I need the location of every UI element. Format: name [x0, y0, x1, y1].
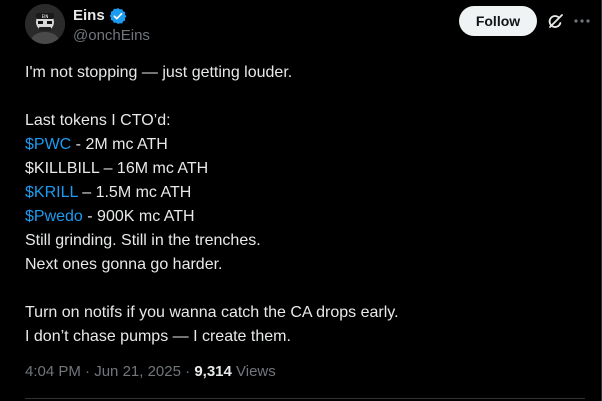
- tweet-line: Last tokens I CTO’d:: [25, 112, 171, 129]
- token-detail: – 1.5M mc ATH: [77, 184, 192, 201]
- tweet-meta: 4:04 PM · Jun 21, 2025 · 9,314 Views: [25, 362, 276, 382]
- verified-badge-icon: [109, 7, 127, 25]
- token-line: $Pwedo - 900K mc ATH: [25, 205, 585, 229]
- meta-separator: ·: [180, 363, 195, 380]
- tweet-line: Still grinding. Still in the trenches.: [25, 232, 261, 249]
- cashtag-link[interactable]: $Pwedo: [25, 208, 83, 225]
- follow-button[interactable]: Follow: [459, 6, 537, 36]
- more-horizontal-icon[interactable]: [572, 11, 592, 31]
- views-count: 9,314: [194, 363, 232, 380]
- tweet-text: I'm not stopping — just getting louder. …: [25, 61, 585, 349]
- tweet-line: I don’t chase pumps — I create them.: [25, 328, 291, 345]
- grok-icon[interactable]: [546, 11, 566, 31]
- avatar-text: EIN: [42, 14, 49, 19]
- token-line: $KILLBILL – 16M mc ATH: [25, 157, 585, 181]
- token-detail: – 16M mc ATH: [99, 160, 209, 177]
- author-name-row: Eins: [73, 6, 127, 26]
- cashtag-link[interactable]: $KRILL: [25, 184, 78, 201]
- token-tag: $KILLBILL: [25, 160, 100, 177]
- token-line: $PWC - 2M mc ATH: [25, 133, 585, 157]
- token-line: $KRILL – 1.5M mc ATH: [25, 181, 585, 205]
- token-detail: - 2M mc ATH: [71, 136, 168, 153]
- tweet-line: Next ones gonna go harder.: [25, 256, 223, 273]
- views-label: Views: [231, 363, 276, 380]
- tweet-card: EIN Eins @onchEins Follow I'm not stoppi…: [0, 0, 602, 401]
- tweet-timestamp[interactable]: 4:04 PM: [25, 363, 81, 380]
- tweet-line: Turn on notifs if you wanna catch the CA…: [25, 304, 399, 321]
- tweet-line: I'm not stopping — just getting louder.: [25, 64, 293, 81]
- token-detail: - 900K mc ATH: [82, 208, 195, 225]
- divider: [25, 398, 585, 399]
- cashtag-link[interactable]: $PWC: [25, 136, 71, 153]
- author-display-name[interactable]: Eins: [73, 6, 105, 26]
- meta-separator: ·: [80, 363, 95, 380]
- tweet-date[interactable]: Jun 21, 2025: [94, 363, 181, 380]
- avatar[interactable]: EIN: [25, 4, 65, 44]
- author-handle[interactable]: @onchEins: [73, 26, 150, 46]
